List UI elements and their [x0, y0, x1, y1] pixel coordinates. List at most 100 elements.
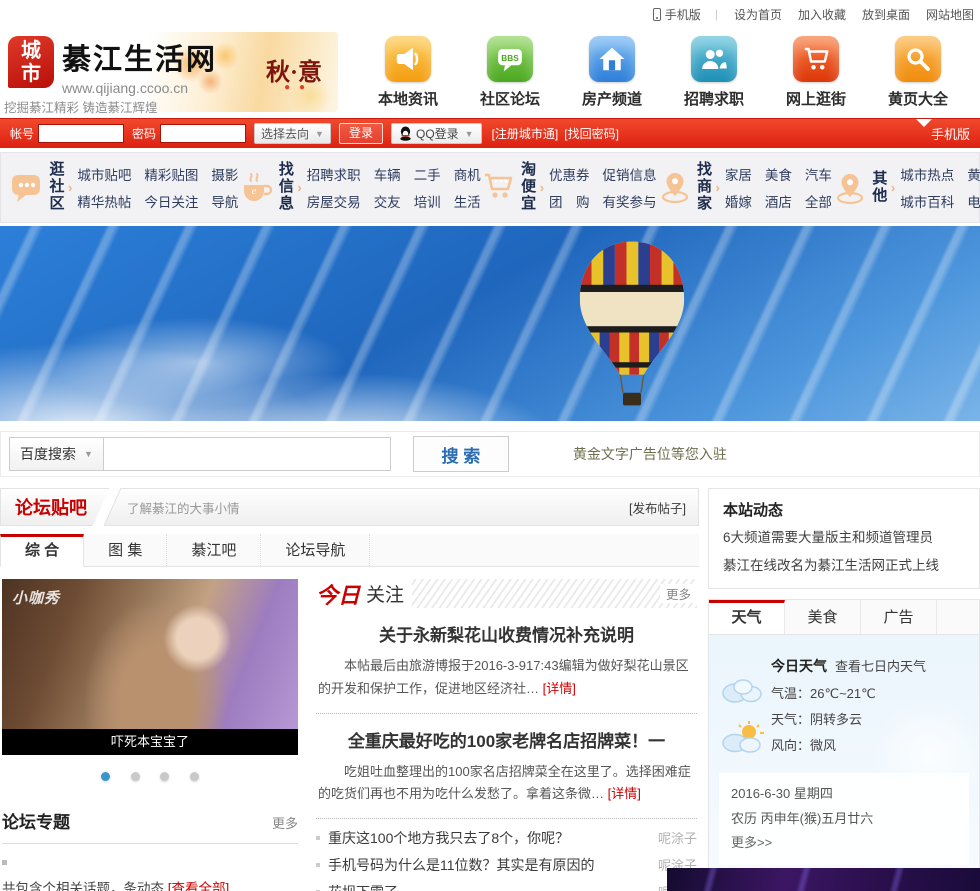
- site-news-item[interactable]: 綦江在线改名为綦江生活网正式上线: [723, 552, 965, 580]
- bullet-square: [2, 860, 7, 865]
- detail-link[interactable]: [详情]: [608, 786, 641, 801]
- site-name[interactable]: 綦江生活网: [62, 36, 217, 78]
- chevron-down-icon: ▼: [84, 449, 93, 459]
- set-homepage-link[interactable]: 设为首页: [734, 6, 782, 23]
- nav-link[interactable]: 美食: [765, 164, 792, 184]
- shopping-cart-icon: [484, 174, 512, 199]
- channel-label: 社区论坛: [479, 91, 540, 108]
- nav-link[interactable]: 精华热帖: [77, 191, 131, 211]
- tab-gallery[interactable]: 图 集: [84, 534, 168, 566]
- thread-title[interactable]: 重庆这100个地方我只去了8个，你呢？: [328, 828, 648, 848]
- forum-topic-header: 论坛专题 更多: [2, 808, 298, 833]
- nav-link[interactable]: 房屋交易: [307, 191, 361, 211]
- mobile-version-link[interactable]: 手机版: [931, 124, 970, 143]
- nav-link[interactable]: 车辆: [374, 164, 401, 184]
- tab-weather[interactable]: 天气: [709, 600, 785, 634]
- city-logo-seal[interactable]: 城市: [8, 36, 54, 88]
- magnifier-icon: [895, 36, 941, 82]
- tab-comprehensive[interactable]: 综 合: [0, 534, 85, 567]
- tab-ads[interactable]: 广告: [861, 600, 937, 634]
- carousel-dot[interactable]: [160, 772, 170, 781]
- search-input[interactable]: [102, 437, 391, 471]
- nav-link[interactable]: 家居: [725, 164, 752, 184]
- nav-link[interactable]: 培训: [414, 191, 441, 211]
- mobile-version-link[interactable]: 手机版: [652, 6, 701, 23]
- add-favorite-link[interactable]: 加入收藏: [798, 6, 846, 23]
- seven-day-link[interactable]: 查看七日内天气: [835, 659, 926, 674]
- thread-title[interactable]: 手机号码为什么是11位数？其实是有原因的: [328, 855, 648, 875]
- channel-local-news[interactable]: 本地资讯: [360, 36, 456, 118]
- login-button[interactable]: 登录: [338, 123, 383, 144]
- location-pin-icon: [836, 173, 863, 204]
- partly-sunny-icon: [722, 721, 764, 753]
- nav-link[interactable]: 电话: [967, 191, 980, 211]
- nav-link[interactable]: 摄影: [211, 164, 238, 184]
- channel-yellowpages[interactable]: 黄页大全: [870, 36, 966, 118]
- tab-forum-nav[interactable]: 论坛导航: [261, 534, 371, 566]
- nav-link[interactable]: 有奖参与: [603, 191, 657, 211]
- nav-link[interactable]: 促销信息: [603, 164, 657, 184]
- forgot-password-link[interactable]: [找回密码]: [564, 125, 619, 142]
- nav-link[interactable]: 汽车: [805, 164, 832, 184]
- tab-food[interactable]: 美食: [785, 600, 861, 634]
- article-title[interactable]: 关于永新梨花山收费情况补充说明: [318, 621, 695, 646]
- nav-link[interactable]: 团 购: [549, 191, 590, 211]
- nav-link[interactable]: 二手: [414, 164, 441, 184]
- article-title[interactable]: 全重庆最好吃的100家老牌名店招牌菜！一: [318, 727, 695, 752]
- nav-link[interactable]: 导航: [211, 191, 238, 211]
- tab-qijiang-bar[interactable]: 綦江吧: [167, 534, 262, 566]
- today-more-link[interactable]: 更多: [659, 584, 697, 603]
- view-all-link[interactable]: [查看全部]: [168, 881, 230, 891]
- nav-link[interactable]: 今日关注: [144, 191, 198, 211]
- nav-group-title: 找商家: [697, 161, 713, 212]
- account-input[interactable]: [38, 124, 125, 143]
- channel-jobs[interactable]: 招聘求职: [666, 36, 762, 118]
- carousel-caption[interactable]: 吓死本宝宝了: [2, 729, 298, 755]
- nav-link[interactable]: 全部: [805, 191, 832, 211]
- detail-link[interactable]: [详情]: [543, 681, 576, 696]
- qq-login-button[interactable]: QQ登录 ▼: [390, 123, 482, 144]
- nav-link[interactable]: 交友: [374, 191, 401, 211]
- activity-ad-image[interactable]: [667, 868, 980, 891]
- thread-author[interactable]: 呢涂子: [658, 828, 697, 847]
- sitemap-link[interactable]: 网站地图: [926, 6, 974, 23]
- location-pin-icon: [661, 173, 688, 204]
- channel-shopping[interactable]: 网上逛街: [768, 36, 864, 118]
- nav-link[interactable]: 城市热点: [900, 164, 954, 184]
- site-news-item[interactable]: 6大频道需要大量版主和频道管理员: [723, 524, 965, 552]
- calendar-more-link[interactable]: 更多>>: [731, 831, 957, 856]
- nav-link[interactable]: 婚嫁: [725, 191, 752, 211]
- megaphone-icon: [385, 36, 431, 82]
- thread-title[interactable]: 花坝下雪了: [328, 882, 648, 891]
- nav-link[interactable]: 精彩贴图: [144, 164, 198, 184]
- destination-select[interactable]: 选择去向 ▼: [254, 123, 331, 144]
- add-desktop-link[interactable]: 放到桌面: [862, 6, 910, 23]
- password-input[interactable]: [160, 124, 247, 143]
- nav-link[interactable]: 生活: [454, 191, 481, 211]
- nav-link[interactable]: 黄页: [967, 164, 980, 184]
- carousel-dot[interactable]: [189, 772, 199, 781]
- channel-label: 房产频道: [581, 91, 642, 108]
- channel-realestate[interactable]: 房产频道: [564, 36, 660, 118]
- search-engine-select[interactable]: 百度搜索 ▼: [9, 437, 103, 471]
- nav-link[interactable]: 酒店: [765, 191, 792, 211]
- nav-link[interactable]: 商机: [454, 164, 481, 184]
- channel-forum[interactable]: BBS 社区论坛: [462, 36, 558, 118]
- hero-banner[interactable]: [0, 226, 980, 421]
- nav-link[interactable]: 招聘求职: [307, 164, 361, 184]
- calendar-card: 2016-6-30 星期四 农历 丙申年(猴)五月廿六 更多>>: [719, 773, 969, 866]
- ad-slot-text[interactable]: 黄金文字广告位等您入驻: [573, 444, 727, 464]
- nav-link[interactable]: 优惠券: [549, 164, 590, 184]
- nav-link[interactable]: 城市百科: [900, 191, 954, 211]
- post-thread-link[interactable]: [发布帖子]: [629, 498, 698, 517]
- carousel-dot[interactable]: [101, 772, 111, 781]
- carousel-dot[interactable]: [130, 772, 140, 781]
- topic-more-link[interactable]: 更多: [272, 813, 298, 832]
- nav-group-info: e 找信息 › 招聘求职 车辆 二手 商机 房屋交易 交友 培训 生活: [238, 161, 481, 212]
- carousel-slide-photo[interactable]: 小咖秀 吓死本宝宝了: [2, 579, 298, 755]
- register-link[interactable]: [注册城市通]: [492, 125, 559, 142]
- chat-bubble-icon: [12, 175, 40, 203]
- mega-nav-menu: 逛社区 › 城市贴吧 精彩贴图 摄影 精华热帖 今日关注 导航 e 找信息 › …: [0, 152, 980, 223]
- nav-link[interactable]: 城市贴吧: [77, 164, 131, 184]
- search-button[interactable]: 搜 索: [412, 436, 509, 472]
